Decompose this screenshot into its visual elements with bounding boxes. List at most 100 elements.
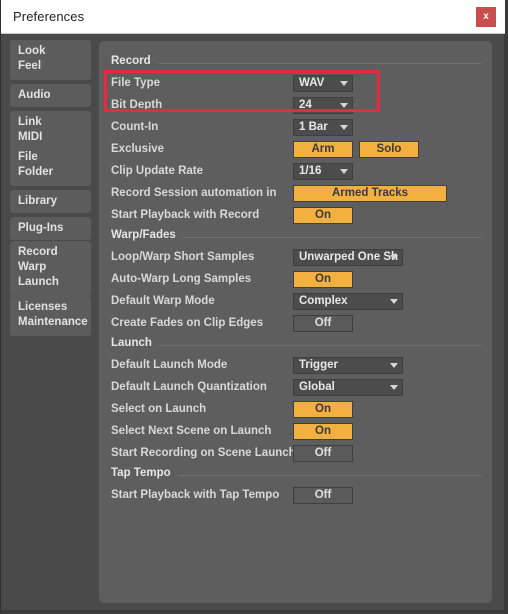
setting-label: Auto-Warp Long Samples <box>111 273 252 285</box>
chevron-down-icon <box>340 169 348 174</box>
setting-label: Loop/Warp Short Samples <box>111 251 255 263</box>
sidebar-item-link-midi[interactable]: Link MIDI <box>10 111 91 151</box>
setting-label: Create Fades on Clip Edges <box>111 317 264 329</box>
dropdown-value: Global <box>299 381 335 393</box>
setting-row-default-launch-quantization: Default Launch Quantization Global <box>111 379 486 397</box>
setting-row-record-session-automation-in: Record Session automation in Armed Tracks <box>111 185 486 203</box>
dropdown-value: 24 <box>299 99 312 111</box>
preferences-content-panel: Record File Type WAV Bit Depth 24 Count-In 1 B… <box>99 41 492 603</box>
chevron-down-icon <box>390 363 398 368</box>
setting-row-auto-warp-long-samples: Auto-Warp Long Samples On <box>111 271 486 289</box>
setting-row-start-playback-with-tap-tempo: Start Playback with Tap Tempo Off <box>111 487 486 505</box>
dropdown-value: Unwarped One Sh <box>299 251 399 263</box>
sidebar-item-label: Record <box>18 246 58 258</box>
toggle-solo[interactable]: Solo <box>359 141 419 158</box>
setting-row-default-warp-mode: Default Warp Mode Complex <box>111 293 486 311</box>
sidebar-item-label: MIDI <box>18 131 43 143</box>
section-title: Launch <box>111 337 159 349</box>
setting-row-start-recording-on-scene-launch: Start Recording on Scene Launch Off <box>111 445 486 463</box>
dropdown-count-in[interactable]: 1 Bar <box>293 119 353 136</box>
sidebar-item-label: Maintenance <box>18 316 88 328</box>
sidebar-item-label: Audio <box>18 89 51 101</box>
toggle-create-fades-on-clip-edges[interactable]: Off <box>293 315 353 332</box>
setting-label: Record Session automation in <box>111 187 277 199</box>
setting-row-default-launch-mode: Default Launch Mode Trigger <box>111 357 486 375</box>
setting-label: Clip Update Rate <box>111 165 204 177</box>
setting-label: Default Launch Mode <box>111 359 228 371</box>
dropdown-value: 1/16 <box>299 165 322 177</box>
dropdown-loop-warp-short-samples[interactable]: Unwarped One Sh <box>293 249 403 266</box>
setting-label: Select Next Scene on Launch <box>111 425 272 437</box>
sidebar-item-audio[interactable]: Audio <box>10 84 91 107</box>
section-title: Record <box>111 55 158 67</box>
dropdown-value: Complex <box>299 295 348 307</box>
setting-row-file-type: File Type WAV <box>111 75 486 93</box>
section-divider <box>111 345 482 346</box>
sidebar-item-label: Link <box>18 116 42 128</box>
setting-label: File Type <box>111 77 160 89</box>
setting-label: Default Launch Quantization <box>111 381 267 393</box>
dropdown-default-launch-mode[interactable]: Trigger <box>293 357 403 374</box>
sidebar-item-label: Folder <box>18 166 54 178</box>
setting-label: Exclusive <box>111 143 165 155</box>
toggle-start-playback-with-record[interactable]: On <box>293 207 353 224</box>
setting-label: Start Playback with Record <box>111 209 260 221</box>
setting-row-loop-warp-short-samples: Loop/Warp Short Samples Unwarped One Sh <box>111 249 486 267</box>
title-bar: Preferences x <box>1 0 505 34</box>
dropdown-value: WAV <box>299 77 325 89</box>
sidebar-item-label: Library <box>18 195 57 207</box>
dropdown-default-warp-mode[interactable]: Complex <box>293 293 403 310</box>
section-header-record: Record <box>111 55 482 69</box>
sidebar-item-licenses-maintenance[interactable]: Licenses Maintenance <box>10 296 91 336</box>
sidebar: Look Feel Audio Link MIDI File Folder Library Pl… <box>1 34 98 610</box>
dropdown-value: 1 Bar <box>299 121 328 133</box>
toggle-start-recording-on-scene-launch[interactable]: Off <box>293 445 353 462</box>
sidebar-item-file-folder[interactable]: File Folder <box>10 146 91 186</box>
setting-row-start-playback-with-record: Start Playback with Record On <box>111 207 486 225</box>
sidebar-item-look-feel[interactable]: Look Feel <box>10 40 91 80</box>
sidebar-item-label: Launch <box>18 276 59 288</box>
toggle-record-session-automation-in[interactable]: Armed Tracks <box>293 185 447 202</box>
setting-row-create-fades-on-clip-edges: Create Fades on Clip Edges Off <box>111 315 486 333</box>
sidebar-item-label: Feel <box>18 60 42 72</box>
setting-row-bit-depth: Bit Depth 24 <box>111 97 486 115</box>
sidebar-item-library[interactable]: Library <box>10 190 91 213</box>
dropdown-clip-update-rate[interactable]: 1/16 <box>293 163 353 180</box>
toggle-select-on-launch[interactable]: On <box>293 401 353 418</box>
dropdown-value: Trigger <box>299 359 338 371</box>
setting-label: Count-In <box>111 121 159 133</box>
chevron-down-icon <box>340 125 348 130</box>
setting-label: Start Playback with Tap Tempo <box>111 489 280 501</box>
sidebar-item-record-warp-launch[interactable]: Record Warp Launch <box>10 241 91 296</box>
dropdown-default-launch-quantization[interactable]: Global <box>293 379 403 396</box>
section-title: Tap Tempo <box>111 467 178 479</box>
section-header-launch: Launch <box>111 337 482 351</box>
chevron-down-icon <box>340 103 348 108</box>
dropdown-bit-depth[interactable]: 24 <box>293 97 353 114</box>
sidebar-item-label: Licenses <box>18 301 68 313</box>
window-title: Preferences <box>13 9 85 24</box>
chevron-down-icon <box>390 385 398 390</box>
chevron-down-icon <box>390 255 398 260</box>
dropdown-file-type[interactable]: WAV <box>293 75 353 92</box>
toggle-select-next-scene-on-launch[interactable]: On <box>293 423 353 440</box>
chevron-down-icon <box>340 81 348 86</box>
setting-row-clip-update-rate: Clip Update Rate 1/16 <box>111 163 486 181</box>
sidebar-item-plug-ins[interactable]: Plug-Ins <box>10 217 91 240</box>
close-icon[interactable]: x <box>476 7 496 27</box>
toggle-auto-warp-long-samples[interactable]: On <box>293 271 353 288</box>
preferences-window: Preferences x Look Feel Audio Link MIDI File F… <box>0 0 508 614</box>
sidebar-item-label: Warp <box>18 261 47 273</box>
sidebar-item-label: Plug-Ins <box>18 222 64 234</box>
setting-row-select-on-launch: Select on Launch On <box>111 401 486 419</box>
chevron-down-icon <box>390 299 398 304</box>
toggle-start-playback-with-tap-tempo[interactable]: Off <box>293 487 353 504</box>
toggle-arm[interactable]: Arm <box>293 141 353 158</box>
sidebar-item-label: Look <box>18 45 46 57</box>
setting-row-select-next-scene-on-launch: Select Next Scene on Launch On <box>111 423 486 441</box>
setting-row-exclusive: Exclusive Arm Solo <box>111 141 486 159</box>
section-header-tap-tempo: Tap Tempo <box>111 467 482 481</box>
setting-label: Select on Launch <box>111 403 207 415</box>
section-header-warp-fades: Warp/Fades <box>111 229 482 243</box>
section-title: Warp/Fades <box>111 229 183 241</box>
